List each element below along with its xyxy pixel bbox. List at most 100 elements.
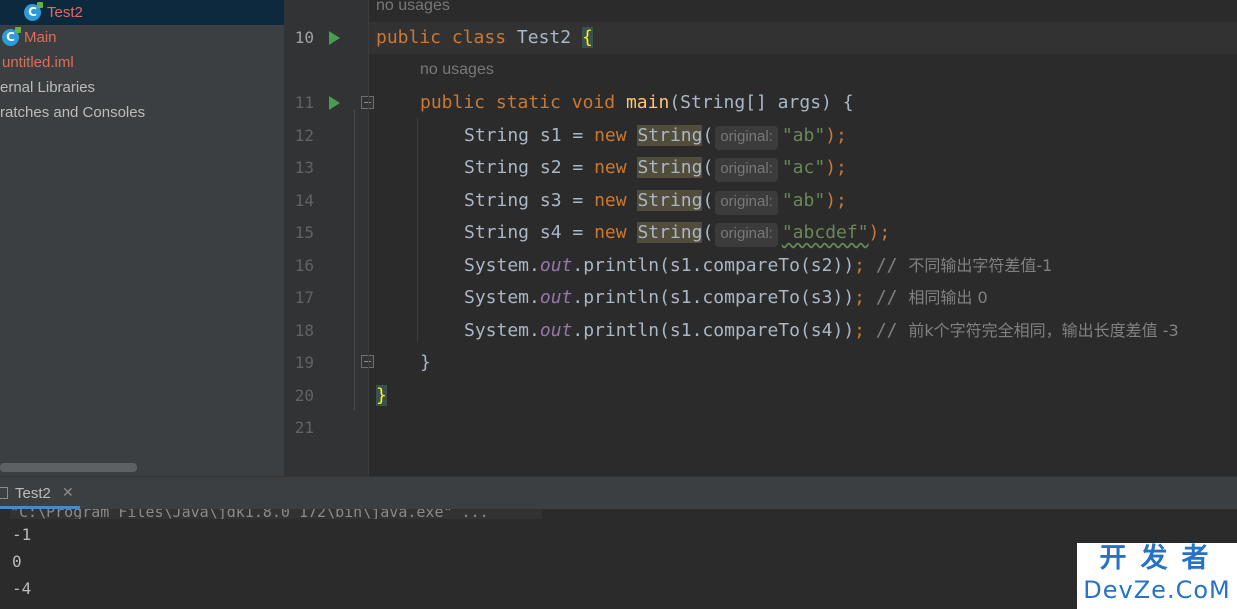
indent-guide [417, 118, 418, 343]
method-params: (String[] args) { [669, 92, 854, 113]
site-watermark: 开发者 DevZe.CoM [1077, 543, 1237, 609]
comment-marker: // [875, 320, 909, 341]
editor-gutter: 10 11 12 13 14 15 16 17 18 19 20 21 [284, 0, 374, 476]
keyword: new [594, 222, 627, 243]
code-line-14: String s3 = new String(original: "ab"); [464, 190, 847, 215]
expression: s1.compareTo(s2)) [669, 255, 855, 276]
operator: = [561, 222, 595, 243]
code-line-17: System.out.println(s1.compareTo(s3)); //… [464, 287, 988, 308]
tree-item-label: Main [24, 29, 57, 46]
matched-brace: { [581, 27, 593, 48]
comment-text: 前k个字符完全相同，输出长度差值 -3 [908, 321, 1179, 340]
static-field: out [539, 320, 573, 341]
tree-item-label: ernal Libraries [0, 79, 96, 96]
paren: ( [702, 125, 714, 146]
variable: s1 [539, 125, 562, 146]
comment-marker: // [875, 287, 909, 308]
method-call: .println( [572, 320, 670, 341]
tree-item-untitled-iml[interactable]: untitled.iml [0, 50, 284, 75]
code-line-15: String s4 = new String(original: "abcdef"… [464, 222, 890, 247]
tree-item-main[interactable]: C Main [0, 25, 284, 50]
line-number: 14 [294, 191, 314, 210]
line-number: 19 [294, 353, 314, 372]
tree-item-test2[interactable]: C Test2 [0, 0, 284, 25]
string-literal: "ab" [781, 125, 826, 146]
paren: ( [702, 222, 714, 243]
tree-item-scratches[interactable]: ratches and Consoles [0, 100, 284, 125]
console-output-line: -1 [12, 525, 32, 544]
run-tool-window: Test2 ✕ "C:\Program Files\Java\jdk1.8.0_… [0, 476, 1237, 609]
code-line-20: } [376, 385, 387, 407]
java-class-icon: C [24, 2, 43, 21]
code-line-18: System.out.println(s1.compareTo(s4)); //… [464, 320, 1179, 341]
line-number: 11 [294, 93, 314, 112]
paren: ( [702, 157, 714, 178]
keyword: void [571, 92, 616, 113]
static-field: out [539, 255, 573, 276]
tree-item-label: ratches and Consoles [0, 104, 146, 121]
comment-marker: // [875, 255, 909, 276]
comment-text: 相同输出 0 [908, 288, 988, 307]
parameter-hint: original: [715, 126, 778, 150]
keyword: new [594, 125, 627, 146]
operator: = [561, 125, 595, 146]
variable: s2 [539, 157, 562, 178]
code-line-19: } [420, 352, 431, 374]
run-config-icon [0, 487, 8, 499]
class-ref: System. [464, 287, 540, 308]
paren: ( [702, 190, 714, 211]
string-literal-typo: "abcdef" [781, 222, 869, 243]
operator: = [561, 157, 595, 178]
line-number: 15 [294, 223, 314, 242]
line-number: 17 [294, 288, 314, 307]
line-number: 20 [294, 386, 314, 405]
parameter-hint: original: [715, 223, 778, 247]
keyword: public [376, 27, 442, 48]
run-tab-bar: Test2 ✕ [0, 476, 1237, 509]
class-ref: System. [464, 255, 540, 276]
constructor-call: String [637, 222, 703, 243]
keyword: new [594, 190, 627, 211]
type-name: String [464, 222, 530, 243]
line-number: 16 [294, 256, 314, 275]
horizontal-scrollbar[interactable] [0, 463, 137, 472]
line-number: 12 [294, 126, 314, 145]
gutter-separator [368, 0, 369, 476]
run-class-icon[interactable] [329, 31, 340, 45]
statement-end: ); [825, 157, 847, 178]
constructor-call: String [637, 157, 703, 178]
line-number: 18 [294, 321, 314, 340]
code-editor[interactable]: 10 11 12 13 14 15 16 17 18 19 20 21 no u… [284, 0, 1237, 476]
class-name: Test2 [516, 27, 572, 48]
statement-end: ); [825, 125, 847, 146]
java-class-icon: C [2, 27, 21, 46]
line-number: 13 [294, 158, 314, 177]
class-usages-hint[interactable]: no usages [376, 0, 450, 15]
closing-brace: } [420, 352, 431, 373]
parameter-hint: original: [715, 158, 778, 182]
tree-item-label: untitled.iml [2, 54, 74, 71]
run-main-icon[interactable] [329, 96, 340, 110]
console-output-line: 0 [12, 552, 22, 571]
code-line-12: String s1 = new String(original: "ab"); [464, 125, 847, 150]
line-number: 21 [294, 418, 314, 437]
watermark-title: 开发者 [1099, 543, 1223, 574]
keyword: class [451, 27, 507, 48]
method-usages-hint[interactable]: no usages [420, 61, 494, 79]
comment-text: 不同输出字符差值-1 [908, 256, 1053, 275]
expression: s1.compareTo(s3)) [669, 287, 855, 308]
parameter-hint: original: [715, 191, 778, 215]
tree-item-external-libraries[interactable]: ernal Libraries [0, 75, 284, 100]
keyword: public [420, 92, 486, 113]
string-literal: "ac" [781, 157, 826, 178]
method-name: main [625, 92, 670, 113]
constructor-call: String [637, 190, 703, 211]
watermark-domain: DevZe.CoM [1083, 576, 1231, 604]
variable: s4 [539, 222, 562, 243]
variable: s3 [539, 190, 562, 211]
expression: s1.compareTo(s4)) [669, 320, 855, 341]
constructor-call: String [637, 125, 703, 146]
matched-brace: } [376, 385, 387, 406]
method-call: .println( [572, 255, 670, 276]
static-field: out [539, 287, 573, 308]
